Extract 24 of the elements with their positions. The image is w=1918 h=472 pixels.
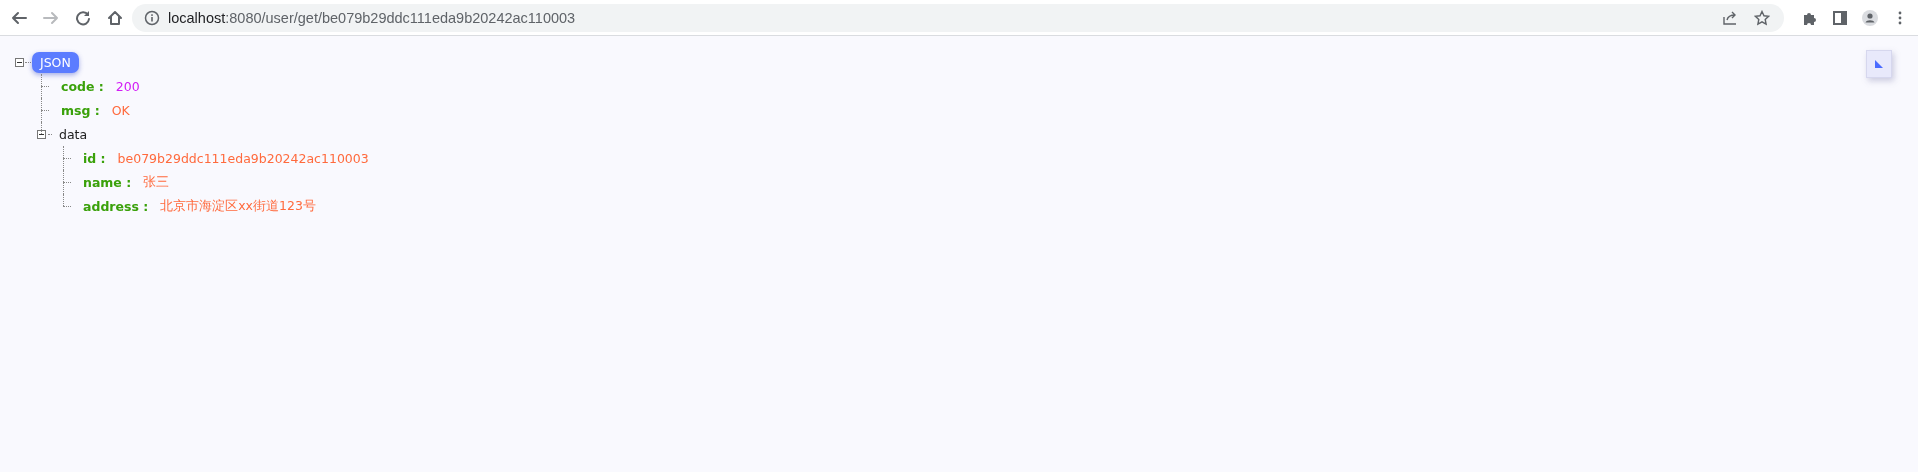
info-icon[interactable] [144, 9, 160, 26]
string-value: OK [111, 102, 130, 118]
avatar-icon[interactable] [1862, 9, 1878, 26]
collapse-toggle-icon[interactable] [37, 129, 46, 139]
corner-toggle-button[interactable] [1866, 50, 1892, 78]
string-value: be079b29ddc111eda9b20242ac110003 [117, 150, 369, 166]
share-icon[interactable] [1722, 9, 1738, 26]
home-icon[interactable] [107, 9, 123, 26]
collapse-toggle-icon[interactable] [15, 57, 24, 67]
property-key: code : [61, 78, 104, 94]
string-value: 张三 [143, 173, 170, 191]
number-value: 200 [115, 78, 140, 94]
reload-icon[interactable] [75, 9, 91, 26]
property-key: name : [83, 174, 132, 190]
property-key: id : [83, 150, 106, 166]
property-key: address : [83, 198, 149, 214]
back-arrow-icon[interactable] [11, 9, 27, 26]
json-root-badge[interactable]: JSON [32, 51, 79, 73]
star-icon[interactable] [1754, 9, 1770, 26]
property-key: msg : [61, 102, 100, 118]
object-key[interactable]: data [59, 126, 88, 142]
string-value: 北京市海淀区xx街道123号 [160, 197, 316, 215]
side-panel-icon[interactable] [1832, 9, 1848, 26]
triangle-icon [1875, 60, 1883, 68]
